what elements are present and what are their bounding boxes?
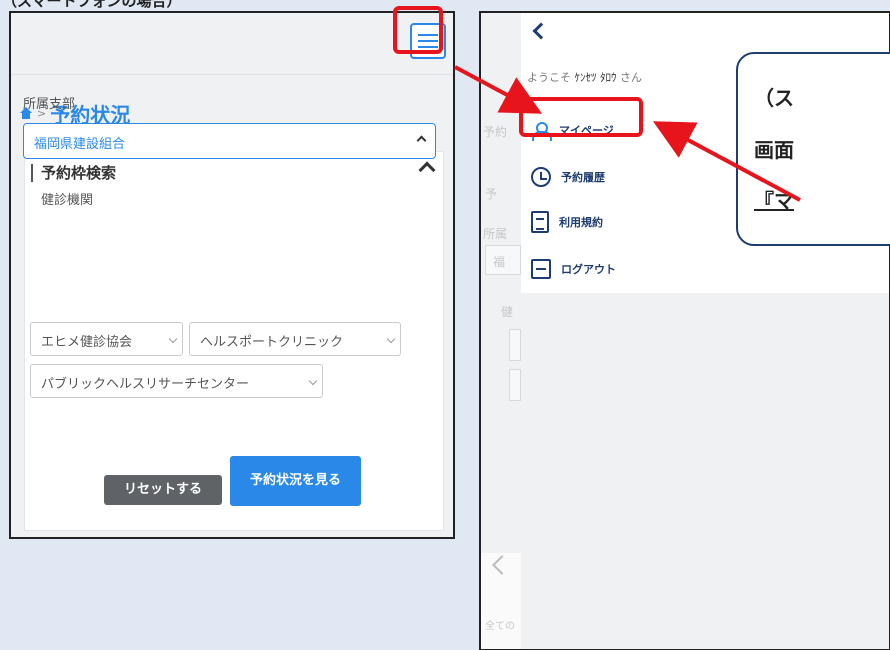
background-chip [509,329,521,361]
menu-item-label: 予約履歴 [561,171,605,184]
history-icon [531,167,551,187]
institution-chip-label: ヘルスポートクリニック [200,335,344,350]
institution-chip[interactable]: ヘルスポートクリニック [189,322,401,356]
back-chevron-icon[interactable] [532,22,550,40]
chevron-down-icon [308,376,318,386]
callout-line-3: 『マ [754,189,794,213]
chevron-up-icon [416,135,427,146]
background-breadcrumb-fragment: 予約 [483,125,508,139]
background-panel-fragment: 予 [485,187,498,201]
institution-chip[interactable]: パブリックヘルスリサーチセンター [30,364,323,398]
welcome-prefix: ようこそ [527,71,571,84]
callout-line-1: （ス [754,86,794,110]
reset-button[interactable]: リセットする [104,475,222,505]
chevron-up-icon[interactable] [418,161,436,179]
page-caption: （スマートフォンの場合） [2,0,182,10]
search-panel-title: 予約枠検索 [31,164,116,182]
institution-label: 健診機関 [41,193,94,208]
left-phone-screen: > 予約状況 予約枠検索 所属支部 福岡県建設組合 健診機関 リセットする 予約… [9,11,455,539]
menu-item-logout[interactable]: ログアウト [531,259,616,279]
institution-chip-label: エヒメ健診協会 [41,335,133,350]
branch-select[interactable]: 福岡県建設組合 [23,123,436,159]
document-icon [531,211,549,233]
menu-item-history[interactable]: 予約履歴 [531,167,605,187]
welcome-message: ようこそ ｹﾝｾﾂ ﾀﾛｳ さん [527,69,642,85]
institution-chip[interactable]: エヒメ健診協会 [30,322,183,356]
background-footer-fragment: 全ての [485,621,515,632]
annotation-highlight-mypage [519,97,643,137]
background-chip [509,369,521,401]
welcome-suffix: さん [620,71,642,84]
institution-chip-label: パブリックヘルスリサーチセンター [41,377,250,392]
view-status-button[interactable]: 予約状況を見る [230,456,361,506]
menu-item-terms[interactable]: 利用規約 [531,211,603,233]
callout-line-2: 画面 [754,138,794,162]
instruction-callout: （ス 画面 『マ [736,52,890,246]
background-label-fragment: 所属 [483,227,508,241]
logout-icon [531,259,551,279]
background-inst-fragment: 健 [501,305,514,319]
menu-item-label: 利用規約 [559,216,603,229]
app-header [11,13,453,75]
branch-label: 所属支部 [23,97,76,112]
user-name: ｹﾝｾﾂ ﾀﾛｳ [574,71,617,84]
chevron-down-icon [386,334,396,344]
background-select-fragment: 福 [493,255,506,269]
annotation-highlight-hamburger [393,6,443,54]
branch-select-value: 福岡県建設組合 [34,137,126,152]
menu-item-label: ログアウト [561,263,616,276]
chevron-down-icon [168,334,178,344]
